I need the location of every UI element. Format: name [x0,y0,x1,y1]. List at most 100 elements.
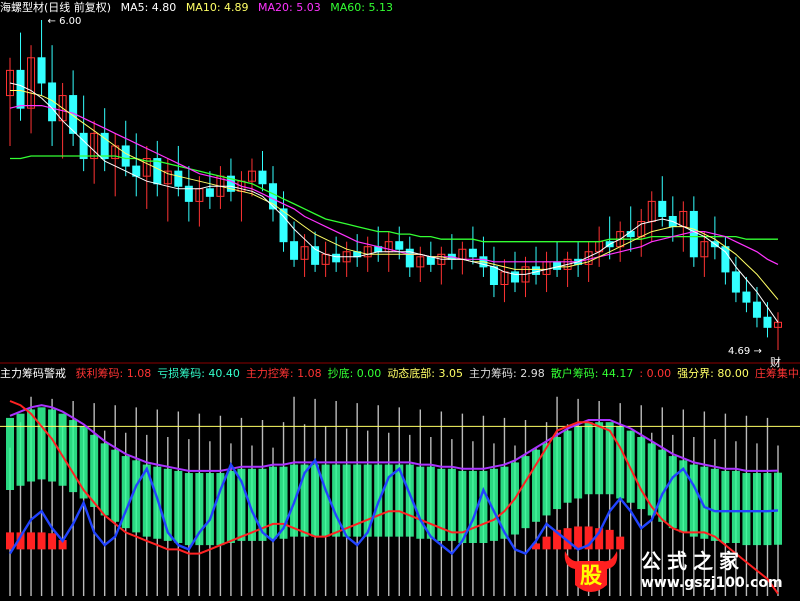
candle-body [468,248,477,258]
retail-band-bar [79,426,88,499]
candle [300,234,309,277]
indicator-name: 主力筹码警戒 [0,367,66,380]
retail-band-bar [468,470,477,543]
retail-band-bar [574,426,583,499]
candle [16,32,25,121]
candle [405,236,414,277]
retail-band-bar [342,464,351,537]
candle [542,251,551,293]
candle-body [626,231,635,238]
indicator-item-8: 强分界: 80.00 [677,367,749,380]
candle-body [763,316,772,328]
candle [637,208,646,257]
price-high-label: ← 6.00 [48,16,82,27]
retail-band-bar [311,464,320,537]
candle-body [752,301,761,318]
retail-band-bar [447,468,456,541]
retail-band-bar [269,466,278,539]
indicator-item-0: 获利筹码: 1.08 [75,367,152,380]
candle [521,256,530,298]
retail-band-bar [6,417,14,490]
candle [311,231,320,272]
candle [226,158,235,202]
candle-body [79,132,88,160]
candle [437,246,446,285]
retail-band-bar [100,443,109,516]
retail-band-bar [27,409,36,482]
retail-band-bar [605,422,614,495]
retail-band-bar [37,407,46,480]
candle [321,241,330,277]
candle [668,196,677,242]
candle [721,236,730,285]
retail-band-bar [69,420,78,493]
retail-band-bar [763,473,772,546]
indicator-items: 获利筹码: 1.08 亏损筹码: 40.40 主力控筹: 1.08 抄底: 0.00 动… [76,367,800,380]
retail-band-bar [174,470,183,543]
candle [616,221,625,262]
ma5-label: MA5: 4.80 [120,1,177,14]
indicator-item-6: 散户筹码: 44.17 [550,367,634,380]
bull-logo-icon: 股 [564,551,618,592]
retail-band-bar [226,470,235,543]
candle [532,246,541,285]
indicator-item-5: 主力筹码: 2.98 [469,367,545,380]
retail-band-bar [710,468,719,541]
retail-band-bar [153,466,162,539]
retail-band-bar [668,456,677,529]
retail-band-bar [90,434,99,507]
site-name: 公式之家 [641,549,745,573]
candle [237,171,246,222]
retail-band-bar [111,449,120,522]
candle-body [174,170,183,187]
candle-body [742,291,751,303]
candle [195,176,204,227]
retail-band-bar [416,466,425,539]
retail-band-bar [521,456,530,529]
candle-body [290,241,299,260]
retail-band-bar [752,473,761,546]
retail-band-bar [595,422,604,495]
ma60-label: MA60: 5.13 [330,1,393,14]
candle-body [731,271,740,293]
candle-body [532,266,541,275]
candle [342,241,351,277]
candle [500,259,509,303]
candle [626,206,635,252]
indicator-item-3: 抄底: 0.00 [327,367,382,380]
retail-band-bar [184,473,193,546]
retail-band-bar [553,437,562,510]
candle [142,145,151,209]
retail-band-bar [132,460,141,533]
candle-body [16,69,25,109]
retail-band-bar [479,470,488,543]
candle [353,234,362,267]
control-block [48,533,57,550]
retail-band-bar [637,437,646,510]
candle-body [553,261,562,270]
candle-body [426,256,435,265]
control-block [542,536,551,550]
control-block [37,532,46,550]
candle [479,236,488,277]
ma10-line [10,90,779,300]
stock-chart: ← 6.004.69 →财 [0,16,800,596]
ma20-line [9,104,779,265]
indicator-item-9: 庄筹集中监控线 [754,367,800,380]
candle [774,312,782,350]
candle [574,241,583,277]
candle [184,166,193,222]
candle [216,166,225,209]
chart-title: 海螺型材(日线 前复权) [0,1,112,14]
retail-band-bar [563,430,572,503]
candle-body [689,210,698,258]
retail-band-bar [689,464,698,537]
retail-band-bar [426,466,435,539]
retail-band-bar [647,443,656,516]
retail-band-bar [721,470,730,543]
candle [468,226,477,265]
candle-body [37,57,46,84]
candle [553,241,562,277]
candle [48,45,57,146]
retail-band-bar [742,473,751,546]
